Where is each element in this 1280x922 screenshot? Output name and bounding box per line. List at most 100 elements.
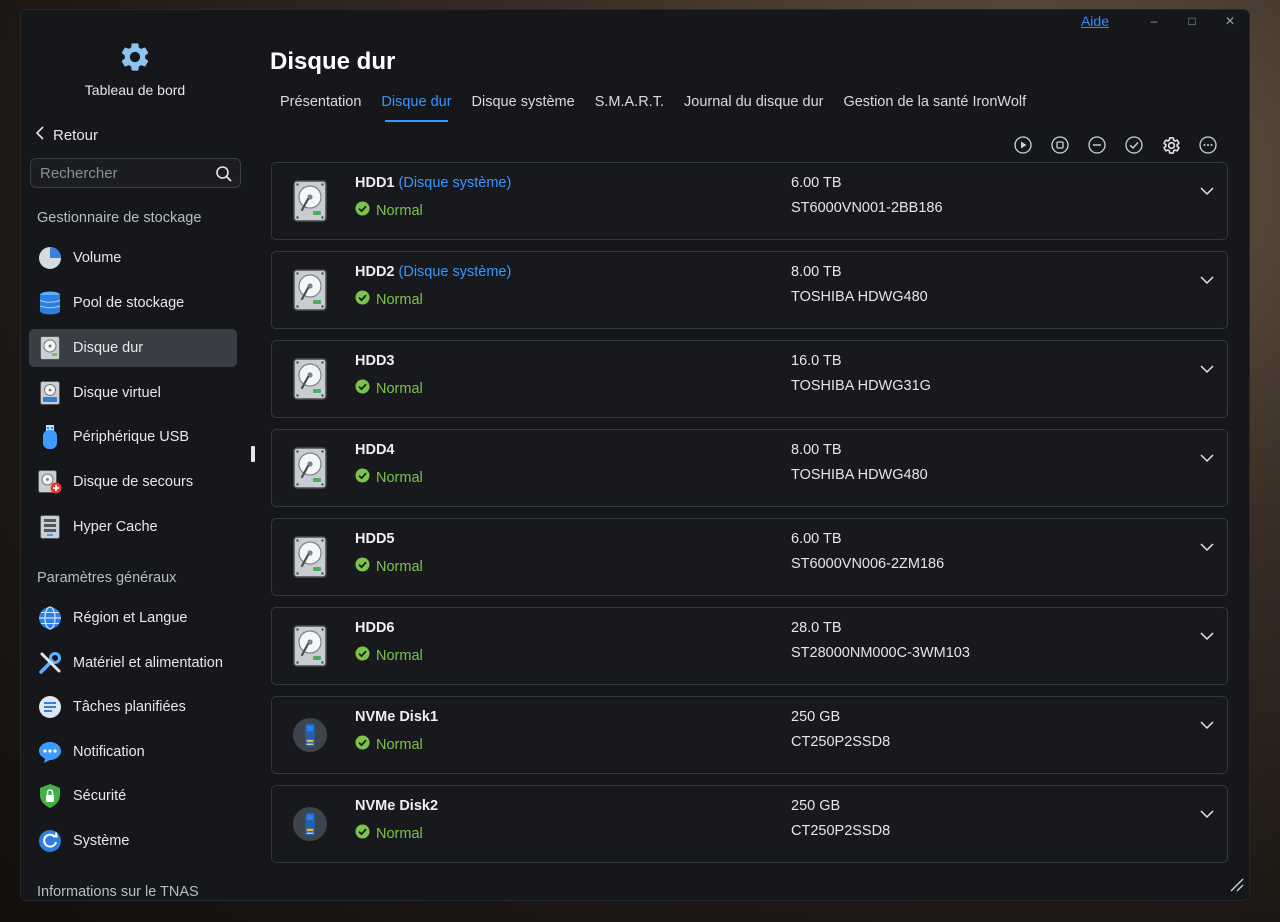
tab-ironwolf-health[interactable]: Gestion de la santé IronWolf <box>833 94 1036 120</box>
chevron-down-icon[interactable] <box>1197 448 1217 468</box>
minimize-button[interactable]: – <box>1135 14 1173 28</box>
chevron-down-icon[interactable] <box>1197 359 1217 379</box>
chevron-down-icon[interactable] <box>1197 804 1217 824</box>
disk-row[interactable]: NVMe Disk1 Normal 250 GB CT250P2SSD8 <box>271 696 1228 774</box>
disk-name-label: HDD3 <box>355 353 395 369</box>
tab-smart[interactable]: S.M.A.R.T. <box>585 94 674 120</box>
disk-status: Normal <box>355 735 423 754</box>
disk-name: HDD2 (Disque système) <box>355 264 511 280</box>
disk-capacity: 250 GB <box>791 798 841 814</box>
sidebar-item-label: Hyper Cache <box>73 519 158 535</box>
chevron-down-icon[interactable] <box>1197 537 1217 557</box>
check-circle-icon <box>355 468 370 487</box>
chevron-down-icon[interactable] <box>1197 626 1217 646</box>
disk-name: HDD1 (Disque système) <box>355 175 511 191</box>
globe-icon <box>37 605 63 631</box>
tab-system-disk[interactable]: Disque système <box>462 94 585 120</box>
nvme-disk-icon <box>292 802 328 846</box>
tools-icon <box>37 650 63 676</box>
disk-model: TOSHIBA HDWG31G <box>791 378 931 394</box>
disk-row[interactable]: HDD4 Normal 8.00 TB TOSHIBA HDWG480 <box>271 429 1228 507</box>
sidebar-item-label: Système <box>73 833 130 849</box>
disk-name-label: HDD6 <box>355 620 395 636</box>
check-circle-icon <box>355 379 370 398</box>
sidebar-item-scheduled-tasks[interactable]: Tâches planifiées <box>29 688 237 726</box>
disk-name-label: HDD5 <box>355 531 395 547</box>
sidebar-item-usb-device[interactable]: Périphérique USB <box>29 418 237 456</box>
disk-status-label: Normal <box>376 736 423 753</box>
sidebar-item-label: Notification <box>73 744 145 760</box>
tab-disk-log[interactable]: Journal du disque dur <box>674 94 833 120</box>
sidebar-item-hyper-cache[interactable]: Hyper Cache <box>29 508 237 546</box>
gear-icon[interactable] <box>1160 134 1182 156</box>
storage-manager-window: Aide – □ ✕ Tableau de bord Retour Recher… <box>21 10 1249 900</box>
minus-circle-icon[interactable] <box>1086 134 1108 156</box>
sidebar-item-system[interactable]: Système <box>29 822 237 860</box>
disk-model: ST6000VN001-2BB186 <box>791 200 943 216</box>
section-general-settings: Paramètres généraux <box>37 570 177 586</box>
sidebar-resize-handle[interactable] <box>251 446 255 462</box>
disk-name: HDD6 <box>355 620 394 636</box>
disk-row[interactable]: HDD3 Normal 16.0 TB TOSHIBA HDWG31G <box>271 340 1228 418</box>
sidebar-item-hard-disk[interactable]: Disque dur <box>29 329 237 367</box>
disk-name-label: HDD4 <box>355 442 395 458</box>
search-box <box>30 158 241 188</box>
disk-name: NVMe Disk1 <box>355 709 438 725</box>
search-input[interactable] <box>31 159 219 187</box>
disk-row[interactable]: HDD6 Normal 28.0 TB ST28000NM000C-3WM103 <box>271 607 1228 685</box>
tab-overview[interactable]: Présentation <box>270 94 371 120</box>
help-link[interactable]: Aide <box>1081 13 1109 29</box>
disk-name-label: HDD1 <box>355 175 395 191</box>
more-circle-icon[interactable] <box>1197 134 1219 156</box>
sidebar-item-label: Disque virtuel <box>73 385 161 401</box>
maximize-button[interactable]: □ <box>1173 14 1211 28</box>
play-circle-icon[interactable] <box>1012 134 1034 156</box>
disk-toolbar <box>1012 134 1219 156</box>
disk-capacity: 6.00 TB <box>791 531 842 547</box>
disk-name-label: NVMe Disk1 <box>355 709 439 725</box>
check-circle-icon <box>355 735 370 754</box>
disk-row[interactable]: HDD1 (Disque système) Normal 6.00 TB ST6000… <box>271 162 1228 240</box>
disk-capacity: 6.00 TB <box>791 175 842 191</box>
sidebar-item-security[interactable]: Sécurité <box>29 777 237 815</box>
system-refresh-icon <box>37 828 63 854</box>
search-icon[interactable] <box>215 165 233 188</box>
disk-row[interactable]: HDD2 (Disque système) Normal 8.00 TB TOSHIB… <box>271 251 1228 329</box>
chevron-down-icon[interactable] <box>1197 270 1217 290</box>
sidebar-item-region-language[interactable]: Région et Langue <box>29 599 237 637</box>
sidebar-item-virtual-disk[interactable]: Disque virtuel <box>29 374 237 412</box>
disk-row[interactable]: NVMe Disk2 Normal 250 GB CT250P2SSD8 <box>271 785 1228 863</box>
sidebar-item-hardware-power[interactable]: Matériel et alimentation <box>29 644 237 682</box>
chevron-down-icon[interactable] <box>1197 715 1217 735</box>
sidebar-item-volume[interactable]: Volume <box>29 239 237 277</box>
disk-name-label: HDD2 <box>355 264 395 280</box>
close-button[interactable]: ✕ <box>1211 14 1249 28</box>
hard-disk-icon <box>292 179 328 223</box>
disk-status-label: Normal <box>376 380 423 397</box>
disk-model: ST6000VN006-2ZM186 <box>791 556 945 572</box>
back-button[interactable]: Retour <box>35 126 98 144</box>
dashboard-link[interactable]: Tableau de bord <box>21 40 249 98</box>
disk-status: Normal <box>355 290 423 309</box>
resize-grip-icon[interactable] <box>1227 875 1245 898</box>
disk-model: TOSHIBA HDWG480 <box>791 467 928 483</box>
disk-row[interactable]: HDD5 Normal 6.00 TB ST6000VN006-2ZM186 <box>271 518 1228 596</box>
sidebar-item-label: Matériel et alimentation <box>73 655 223 671</box>
disk-name: HDD4 <box>355 442 394 458</box>
stop-circle-icon[interactable] <box>1049 134 1071 156</box>
disk-status: Normal <box>355 824 423 843</box>
check-circle-icon <box>355 824 370 843</box>
chevron-left-icon <box>35 126 47 144</box>
shield-lock-icon <box>37 783 63 809</box>
hyper-cache-icon <box>37 514 63 540</box>
check-circle-icon[interactable] <box>1123 134 1145 156</box>
sidebar-item-storage-pool[interactable]: Pool de stockage <box>29 284 237 322</box>
sidebar-item-spare-disk[interactable]: Disque de secours <box>29 463 237 501</box>
sidebar-item-label: Sécurité <box>73 788 127 804</box>
dashboard-label: Tableau de bord <box>84 82 186 98</box>
chevron-down-icon[interactable] <box>1197 181 1217 201</box>
hard-disk-icon <box>292 624 328 668</box>
hard-disk-icon <box>37 335 63 361</box>
sidebar-item-notification[interactable]: Notification <box>29 733 237 771</box>
tab-hard-disk[interactable]: Disque dur <box>371 94 461 122</box>
